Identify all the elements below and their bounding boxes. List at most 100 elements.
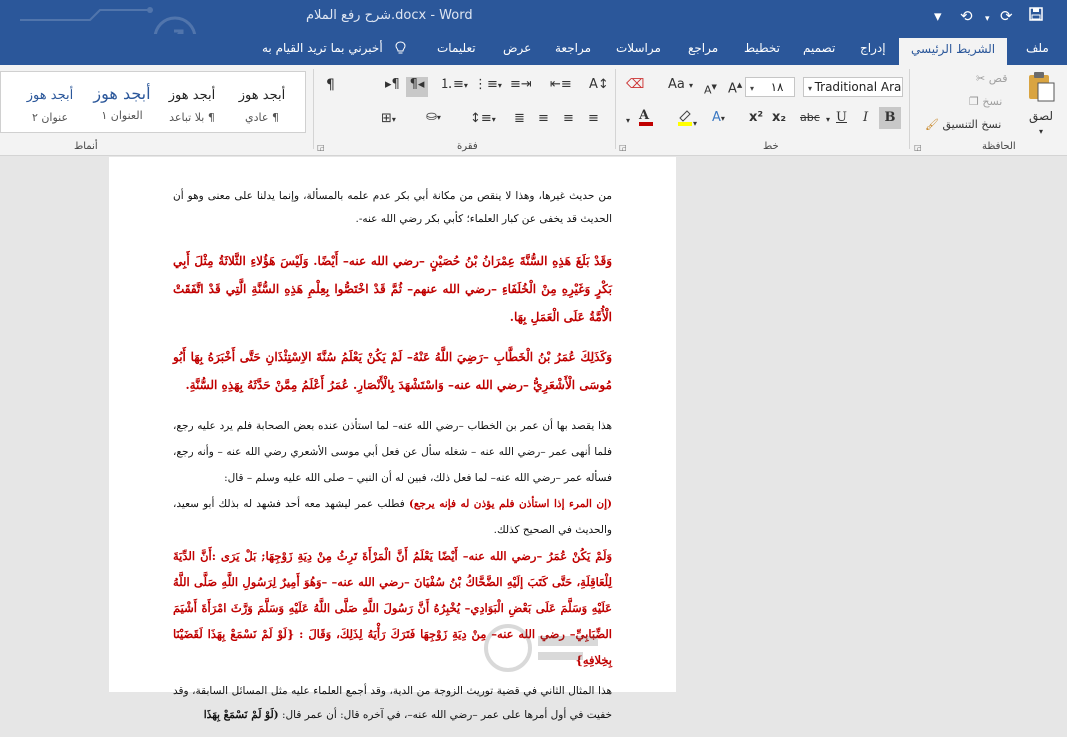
undo-icon[interactable]: ⟲ <box>960 7 973 25</box>
tab-file[interactable]: ملف <box>1026 41 1049 55</box>
clear-formatting-icon[interactable]: ⌫ <box>626 77 644 93</box>
increase-indent-icon[interactable]: ≡⇥ <box>510 77 532 93</box>
font-size-dropdown-icon: ▾ <box>750 84 757 93</box>
copy-icon: ❐ <box>969 95 979 108</box>
align-left-icon[interactable]: ≡ <box>538 111 549 127</box>
change-case-button[interactable]: Aa ▾ <box>668 77 693 94</box>
styles-group-label: أنماط <box>74 141 98 152</box>
tab-insert[interactable]: إدراج <box>860 41 886 55</box>
font-group-label: خط <box>763 141 779 152</box>
copy-button[interactable]: نسخ ❐ <box>969 95 1002 108</box>
font-color-icon[interactable]: A <box>639 108 653 126</box>
tab-home[interactable]: الشريط الرئيسي <box>899 38 1008 65</box>
grow-font-button[interactable]: A▲ <box>728 77 742 97</box>
font-name-combo[interactable]: ▾ Traditional Arabic <box>803 77 903 97</box>
italic-button[interactable]: I <box>863 110 868 126</box>
redo-icon[interactable]: ⟳ <box>1000 7 1013 25</box>
tab-design[interactable]: تصميم <box>803 41 835 55</box>
quote-paragraph[interactable]: وَقَدْ بَلَغَ هَذِهِ السُّنَّةَ عِمْرَان… <box>173 247 612 331</box>
superscript-button[interactable]: x² <box>749 110 763 126</box>
style-name: ¶ بلا تباعد <box>169 111 215 124</box>
group-divider <box>313 69 314 149</box>
tab-view[interactable]: عرض <box>503 41 531 55</box>
format-painter-button[interactable]: نسخ التنسيق 🖌 <box>925 118 1001 131</box>
paste-icon <box>1029 72 1055 102</box>
format-painter-label: نسخ التنسيق <box>942 118 1002 131</box>
ribbon: لصق ▾ قص ✂ نسخ ❐ نسخ التنسيق 🖌 الحافظة ◲… <box>0 65 1067 156</box>
paragraph-group-label: فقرة <box>457 141 478 152</box>
multilevel-list-icon[interactable]: ⋮≡▾ <box>474 77 502 94</box>
paragraph-launcher-icon[interactable]: ◲ <box>317 143 325 152</box>
cut-button[interactable]: قص ✂ <box>976 72 1007 85</box>
style-preview: أبجد هوز <box>168 88 216 103</box>
style-normal[interactable]: أبجد هوز ¶ عادي <box>227 78 297 128</box>
paste-label: لصق <box>1028 109 1054 123</box>
highlight-icon[interactable]: ▾ <box>677 108 697 132</box>
strikethrough-button[interactable]: abc <box>800 110 820 126</box>
style-name: ¶ عادي <box>245 111 279 124</box>
document-page[interactable]: من حديث غيرها، وهذا لا ينقص من مكانة أبي… <box>109 157 676 721</box>
decrease-indent-icon[interactable]: ⇤≡ <box>550 77 572 93</box>
tab-references[interactable]: مراجع <box>688 41 718 55</box>
title-bar: شرح رفع الملام.docx - Word ▾ ⟲ ▾ ⟳ <box>0 0 1067 60</box>
ltr-direction-button[interactable]: ▸¶ <box>385 77 400 93</box>
show-marks-icon[interactable]: ¶ <box>326 77 335 93</box>
font-size-value: ١٨ <box>770 80 784 94</box>
undo-dropdown-icon[interactable]: ▾ <box>985 10 990 28</box>
style-heading-1[interactable]: أبجد هوز العنوان ١ <box>87 78 157 128</box>
sort-icon[interactable]: A↕ <box>589 77 609 93</box>
style-name: عنوان ٢ <box>31 111 69 124</box>
font-launcher-icon[interactable]: ◲ <box>619 143 627 152</box>
shading-icon[interactable]: ⛀▾ <box>426 109 441 126</box>
tab-review[interactable]: مراجعة <box>555 41 591 55</box>
font-color-dropdown-icon[interactable]: ▾ <box>626 113 630 129</box>
paragraph[interactable]: هذا يقصد بها أن عمر بن الخطاب –رضي الله … <box>173 413 612 491</box>
quote-paragraph[interactable]: وَكَذَلِكَ عُمَرُ بْنُ الْخَطَّابِ –رَضِ… <box>173 343 612 399</box>
style-preview: أبجد هوز <box>26 88 74 103</box>
borders-icon[interactable]: ⊞▾ <box>381 111 396 128</box>
font-name-value: Traditional Arabic <box>814 80 902 94</box>
numbering-icon[interactable]: ⒈≡▾ <box>440 77 468 94</box>
group-divider <box>909 69 910 149</box>
line-spacing-icon[interactable]: ↕≡▾ <box>470 111 496 128</box>
font-size-combo[interactable]: ▾ ١٨ <box>745 77 795 97</box>
align-right-icon[interactable]: ≡ <box>588 111 599 127</box>
paragraph[interactable]: (إن المرء إذا استأذن فلم يؤذن له فإنه ير… <box>173 491 612 543</box>
lightbulb-icon <box>395 41 406 58</box>
style-preview: أبجد هوز <box>238 88 286 103</box>
customize-icon[interactable]: ▾ <box>934 7 942 25</box>
scissors-icon: ✂ <box>976 72 986 85</box>
paragraph[interactable]: هذا المثال الثاني في قضية توريث الزوجة م… <box>173 679 612 727</box>
group-divider <box>615 69 616 149</box>
tab-mailings[interactable]: مراسلات <box>616 41 661 55</box>
style-no-spacing[interactable]: أبجد هوز ¶ بلا تباعد <box>157 78 227 128</box>
quote-fragment: (لَوْ لَمْ نَسْمَعْ بِهَذَا <box>203 709 279 721</box>
subscript-button[interactable]: x₂ <box>772 110 786 126</box>
rtl-direction-button[interactable]: ¶◂ <box>406 77 428 97</box>
tell-me-search[interactable]: أخبرني بما تريد القيام به <box>262 41 383 55</box>
underline-dropdown-icon[interactable]: ▾ <box>826 112 830 128</box>
save-icon[interactable] <box>1029 7 1043 25</box>
styles-gallery: أبجد هوز ¶ عادي أبجد هوز ¶ بلا تباعد أبج… <box>0 71 306 133</box>
copy-label: نسخ <box>982 95 1003 108</box>
bold-button[interactable]: B <box>879 107 901 129</box>
hadith-quote: (إن المرء إذا استأذن فلم يؤذن له فإنه ير… <box>408 498 612 510</box>
tab-layout[interactable]: تخطيط <box>744 41 780 55</box>
ribbon-tabs: ملف الشريط الرئيسي إدراج تصميم تخطيط مرا… <box>0 34 1067 65</box>
shrink-font-button[interactable]: A▼ <box>704 79 717 99</box>
underline-button[interactable]: U <box>836 110 847 126</box>
text-effects-icon[interactable]: A▾ <box>712 110 725 127</box>
style-heading-2[interactable]: أبجد هوز عنوان ٢ <box>15 78 85 128</box>
style-name: العنوان ١ <box>101 109 143 122</box>
grow-font-label: A <box>728 81 737 97</box>
shrink-font-label: A <box>704 83 712 97</box>
tab-help[interactable]: تعليمات <box>437 41 476 55</box>
watermark-logo-icon <box>484 624 598 672</box>
paragraph[interactable]: من حديث غيرها، وهذا لا ينقص من مكانة أبي… <box>173 185 612 231</box>
paste-button[interactable]: لصق ▾ <box>1023 71 1059 140</box>
change-case-label: Aa <box>668 77 685 92</box>
justify-icon[interactable]: ≣ <box>514 111 525 127</box>
align-center-icon[interactable]: ≡ <box>563 111 574 127</box>
paste-dropdown-icon[interactable]: ▾ <box>1023 124 1059 140</box>
clipboard-launcher-icon[interactable]: ◲ <box>914 143 922 152</box>
